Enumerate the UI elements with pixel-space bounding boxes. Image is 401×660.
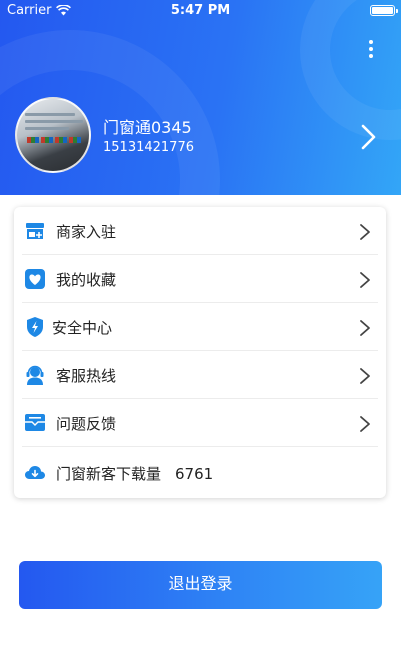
menu-item-label: 商家入驻 [56,223,117,241]
heart-icon [25,269,45,289]
profile-chevron-right-icon[interactable] [360,124,378,150]
headset-icon [26,365,44,385]
clock: 5:47 PM [170,3,231,18]
feedback-icon [25,414,45,431]
menu-item-label: 安全中心 [52,319,113,337]
logout-button[interactable]: 退出登录 [19,561,382,609]
menu-item-download-count: 门窗新客下载量 6761 [14,449,386,497]
cloud-download-icon [25,466,45,479]
user-name: 门窗通0345 [103,118,192,137]
menu-item-service-hotline[interactable]: 客服热线 [14,351,386,399]
store-add-icon [26,223,44,239]
profile-header: Carrier 5:47 PM 门窗通0345 15131421776 [0,0,401,195]
more-options-icon[interactable] [364,40,378,58]
chevron-right-icon [360,368,370,384]
menu-item-label: 问题反馈 [56,415,117,433]
divider [22,446,378,447]
chevron-right-icon [360,320,370,336]
avatar[interactable] [15,97,91,173]
download-count-value: 6761 [175,465,214,483]
download-count-row: 门窗新客下载量 6761 [56,463,213,484]
chevron-right-icon [360,416,370,432]
menu-item-label: 我的收藏 [56,271,117,289]
menu-item-feedback[interactable]: 问题反馈 [14,399,386,447]
battery-icon [370,5,398,16]
menu-card: 商家入驻 我的收藏 安全中心 客服热线 问题反馈 门窗新客下载量 6761 [14,207,386,498]
menu-item-merchant-join[interactable]: 商家入驻 [14,207,386,255]
chevron-right-icon [360,224,370,240]
menu-item-favorites[interactable]: 我的收藏 [14,255,386,303]
chevron-right-icon [360,272,370,288]
status-bar: Carrier 5:47 PM [0,0,401,22]
download-count-label: 门窗新客下载量 [56,465,162,483]
menu-item-label: 客服热线 [56,367,117,385]
shield-icon [27,317,43,337]
menu-item-security-center[interactable]: 安全中心 [14,303,386,351]
user-phone: 15131421776 [103,140,194,155]
